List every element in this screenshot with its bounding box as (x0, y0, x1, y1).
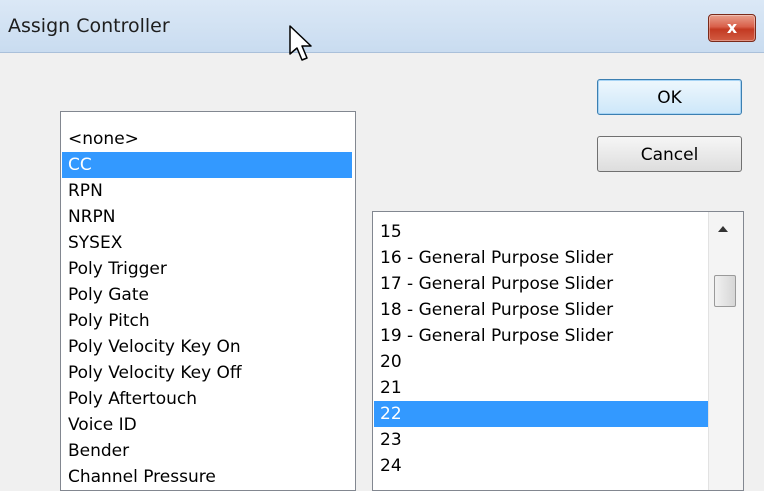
controller-number-item[interactable]: 19 - General Purpose Slider (374, 323, 710, 349)
controller-number-item[interactable]: 15 (374, 219, 710, 245)
controller-number-items: 15 16 - General Purpose Slider 17 - Genera… (374, 219, 710, 479)
controller-type-item[interactable]: NRPN (62, 204, 352, 230)
controller-number-item[interactable]: 22 (374, 401, 710, 427)
controller-number-list[interactable]: 15 16 - General Purpose Slider 17 - Genera… (372, 211, 744, 491)
close-button[interactable]: x (708, 14, 756, 42)
controller-type-item[interactable]: Poly Velocity Key Off (62, 360, 352, 386)
controller-type-item[interactable]: Poly Gate (62, 282, 352, 308)
controller-type-item[interactable]: Bender (62, 438, 352, 464)
controller-type-item[interactable]: Channel Pressure (62, 464, 352, 490)
controller-type-item[interactable]: Poly Trigger (62, 256, 352, 282)
window-title: Assign Controller (8, 15, 170, 37)
arrow-up-icon[interactable] (718, 226, 728, 232)
controller-number-item[interactable]: 20 (374, 349, 710, 375)
controller-number-item[interactable]: 21 (374, 375, 710, 401)
controller-type-item[interactable]: Poly Velocity Key On (62, 334, 352, 360)
controller-number-item[interactable]: 24 (374, 453, 710, 479)
controller-type-item[interactable]: SYSEX (62, 230, 352, 256)
cancel-button[interactable]: Cancel (597, 136, 742, 172)
controller-number-item[interactable]: 23 (374, 427, 710, 453)
controller-type-list[interactable]: <none> CC RPN NRPN SYSEX Poly Trigger Poly Gat… (60, 111, 356, 491)
title-bar: Assign Controller x (0, 0, 764, 53)
mouse-pointer-icon (289, 25, 312, 61)
controller-number-item[interactable]: 17 - General Purpose Slider (374, 271, 710, 297)
controller-type-item[interactable]: CC (62, 152, 352, 178)
vertical-scrollbar[interactable] (708, 212, 743, 490)
controller-type-item[interactable]: RPN (62, 178, 352, 204)
controller-type-item[interactable]: Voice ID (62, 412, 352, 438)
close-icon: x (726, 18, 738, 37)
controller-type-item[interactable]: Poly Pitch (62, 308, 352, 334)
controller-number-item[interactable]: 16 - General Purpose Slider (374, 245, 710, 271)
controller-number-item[interactable]: 18 - General Purpose Slider (374, 297, 710, 323)
controller-type-item[interactable]: <none> (62, 126, 352, 152)
scroll-thumb[interactable] (714, 275, 736, 307)
controller-type-items: <none> CC RPN NRPN SYSEX Poly Trigger Poly Gat… (62, 126, 352, 490)
controller-type-item[interactable]: Poly Aftertouch (62, 386, 352, 412)
ok-button[interactable]: OK (597, 79, 742, 115)
